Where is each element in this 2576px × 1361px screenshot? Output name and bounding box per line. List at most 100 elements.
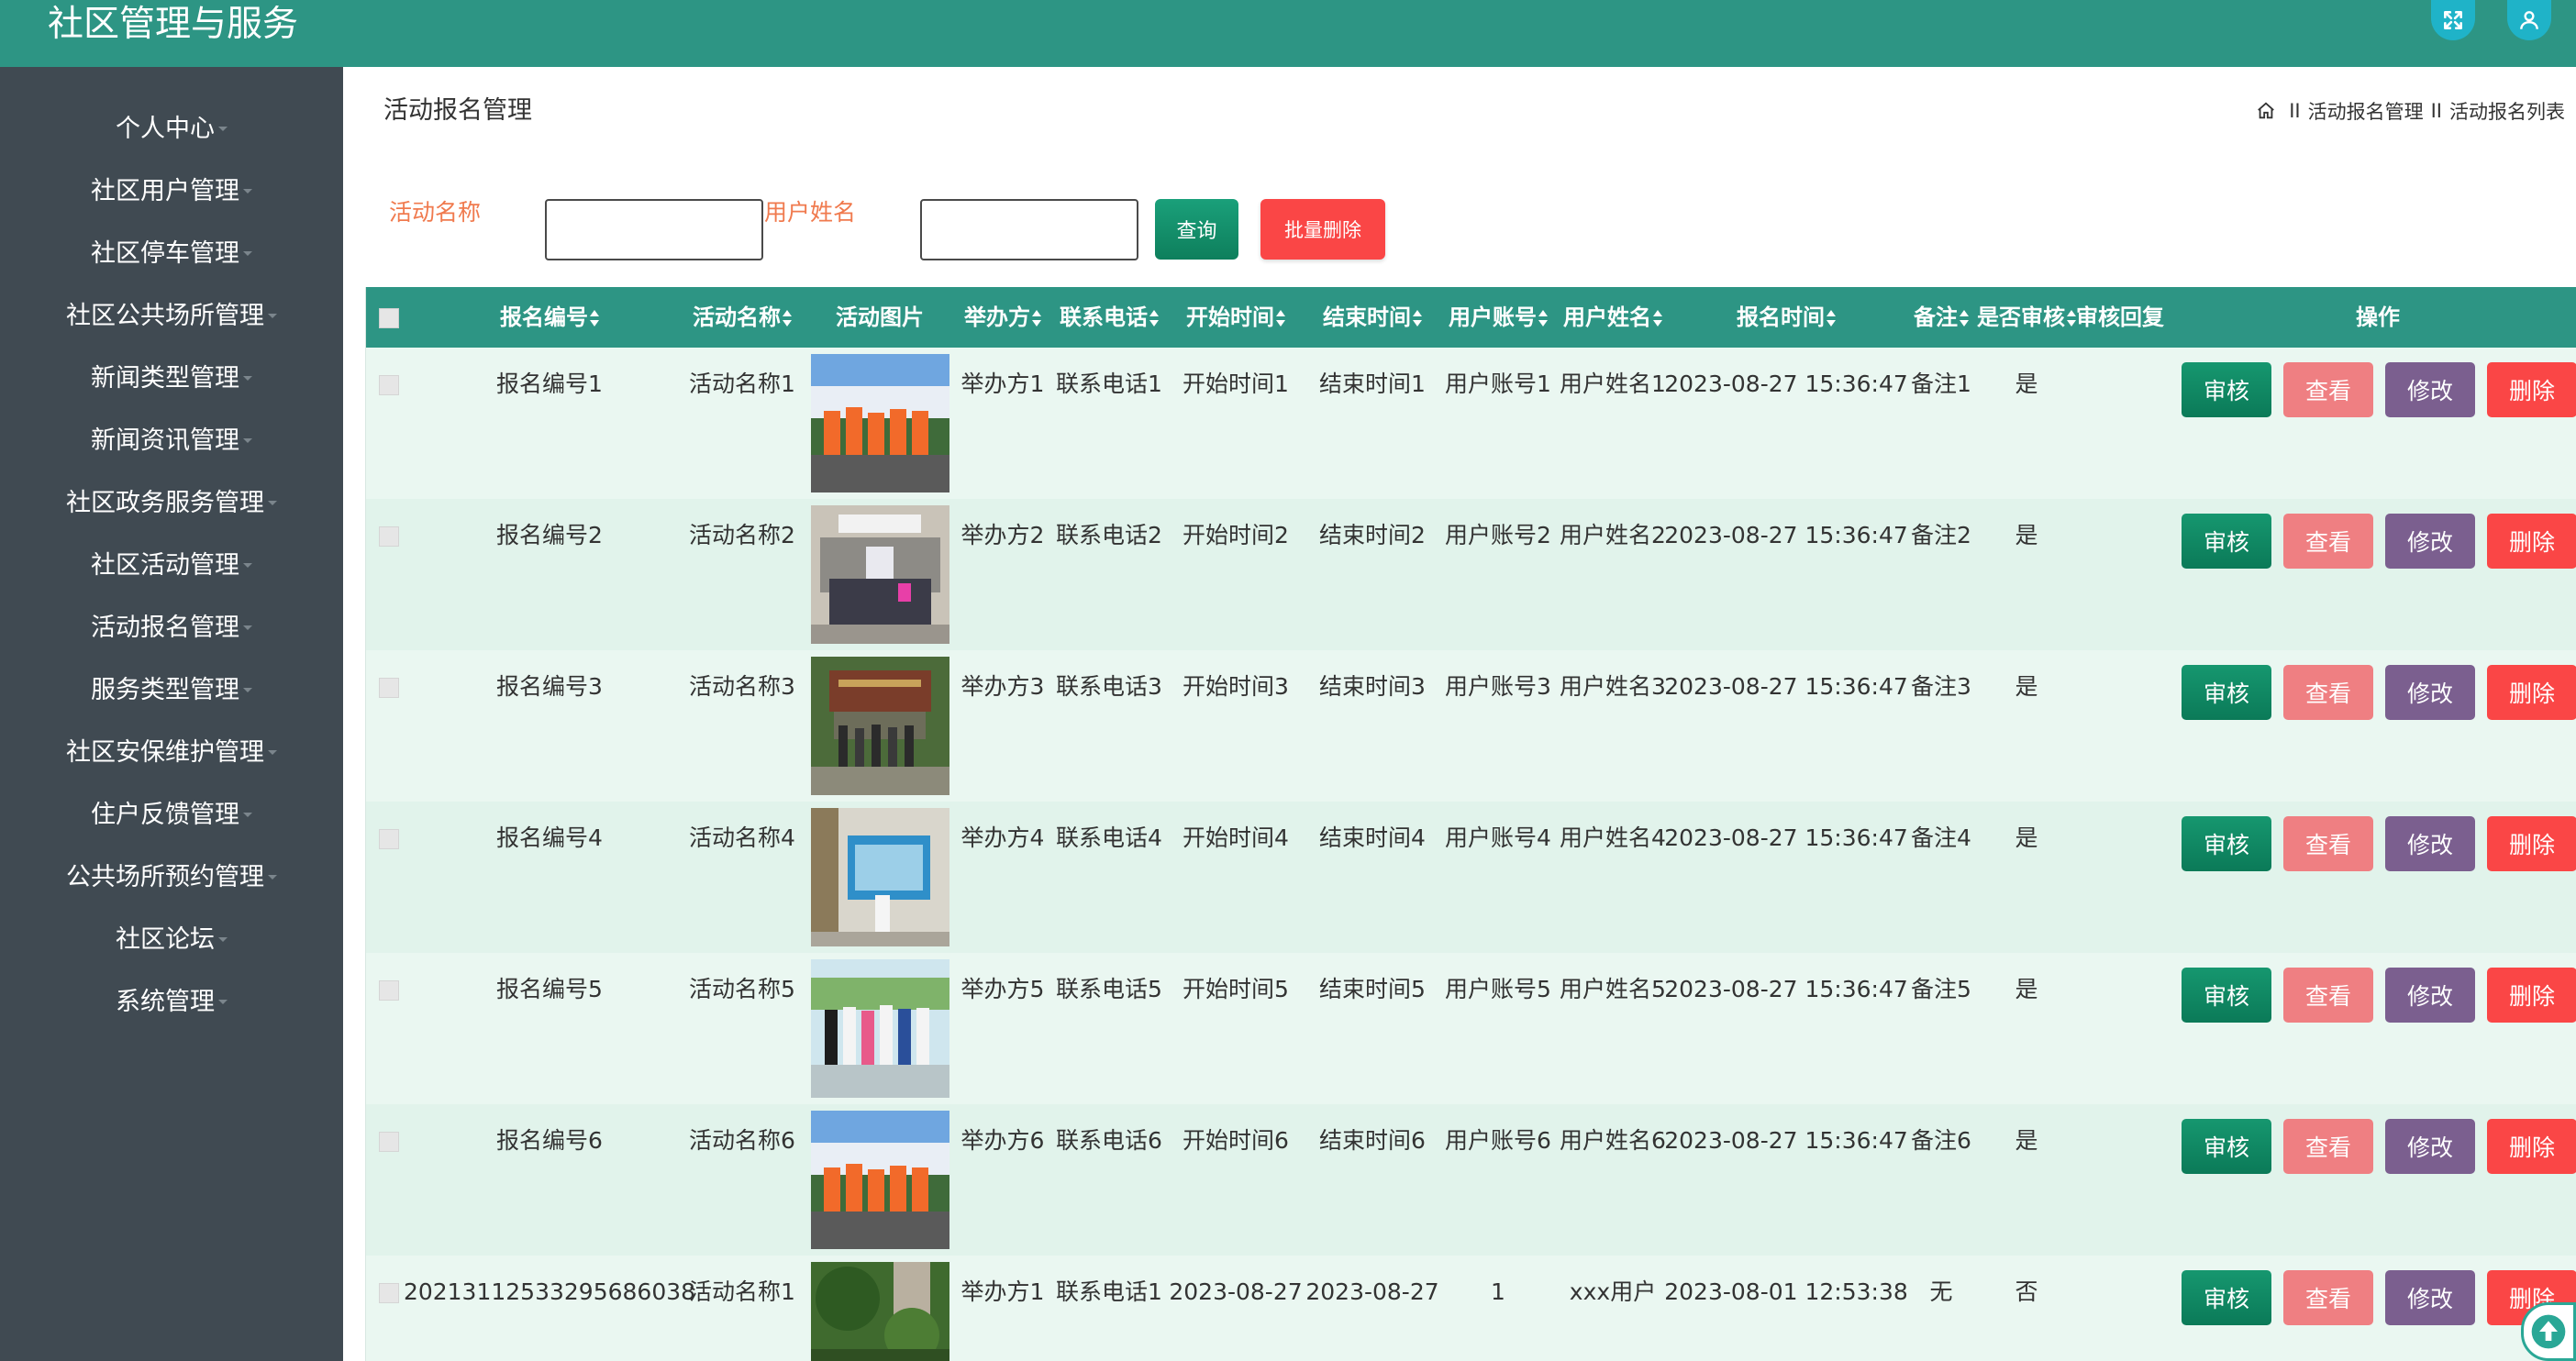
caret-down-icon: [268, 749, 277, 755]
delete-button[interactable]: 删除: [2487, 514, 2576, 569]
edit-button[interactable]: 修改: [2385, 1270, 2475, 1325]
cell-organizer: 举办方1: [960, 371, 1045, 397]
cell-note: 备注1: [1911, 371, 1971, 397]
batch-delete-button[interactable]: 批量删除: [1260, 199, 1385, 260]
column-header-start-time[interactable]: 开始时间: [1186, 287, 1285, 348]
review-button[interactable]: 审核: [2182, 1270, 2271, 1325]
row-checkbox[interactable]: [379, 829, 399, 849]
row-checkbox[interactable]: [379, 1283, 399, 1303]
review-button[interactable]: 审核: [2182, 665, 2271, 720]
caret-down-icon: [218, 126, 228, 131]
activity-name-input[interactable]: [545, 199, 763, 260]
sidebar-item-news[interactable]: 新闻资讯管理: [0, 412, 343, 463]
select-all-checkbox[interactable]: [379, 308, 399, 328]
column-header-activity[interactable]: 活动名称: [693, 287, 792, 348]
sidebar-item-label: 社区停车管理: [91, 238, 239, 268]
activity-photo[interactable]: [811, 505, 949, 644]
sidebar-item-place-reservations[interactable]: 公共场所预约管理: [0, 848, 343, 900]
review-button[interactable]: 审核: [2182, 514, 2271, 569]
sidebar-item-label: 社区用户管理: [91, 176, 239, 205]
edit-button[interactable]: 修改: [2385, 816, 2475, 871]
sidebar-item-public-places[interactable]: 社区公共场所管理: [0, 287, 343, 338]
column-header-signup-time[interactable]: 报名时间: [1737, 287, 1836, 348]
delete-button[interactable]: 删除: [2487, 1119, 2576, 1174]
cell-start-time: 开始时间4: [1183, 824, 1289, 851]
delete-button[interactable]: 删除: [2487, 362, 2576, 417]
cell-signup-time: 2023-08-27 15:36:47: [1664, 824, 1908, 851]
edit-button[interactable]: 修改: [2385, 665, 2475, 720]
column-header-phone[interactable]: 联系电话: [1060, 287, 1159, 348]
sidebar-item-parking[interactable]: 社区停车管理: [0, 225, 343, 276]
sidebar-item-activity-signups[interactable]: 活动报名管理: [0, 599, 343, 650]
fullscreen-button[interactable]: [2431, 0, 2475, 40]
delete-button[interactable]: 删除: [2487, 665, 2576, 720]
review-button[interactable]: 审核: [2182, 816, 2271, 871]
sidebar-item-label: 个人中心: [116, 114, 215, 143]
column-header-account[interactable]: 用户账号: [1449, 287, 1548, 348]
edit-button[interactable]: 修改: [2385, 1119, 2475, 1174]
query-button[interactable]: 查询: [1155, 199, 1238, 260]
table-row: 报名编号2 活动名称2 举办方2 联系电话2 开始时间2 结束时间2 用户账号2…: [366, 499, 2576, 650]
sidebar-item-government-services[interactable]: 社区政务服务管理: [0, 474, 343, 526]
breadcrumb-item-module[interactable]: 活动报名管理: [2308, 97, 2424, 125]
edit-button[interactable]: 修改: [2385, 362, 2475, 417]
column-header-end-time[interactable]: 结束时间: [1323, 287, 1422, 348]
sidebar-item-personal-center[interactable]: 个人中心: [0, 100, 343, 151]
caret-down-icon: [268, 500, 277, 505]
activity-photo[interactable]: [811, 354, 949, 492]
edit-button[interactable]: 修改: [2385, 514, 2475, 569]
cell-user-name: 用户姓名2: [1560, 522, 1666, 548]
activity-photo[interactable]: [811, 808, 949, 946]
back-to-top-button[interactable]: [2521, 1302, 2576, 1361]
page-title: 活动报名管理: [383, 96, 532, 125]
review-button[interactable]: 审核: [2182, 968, 2271, 1023]
view-button[interactable]: 查看: [2283, 1119, 2373, 1174]
user-name-input[interactable]: [920, 199, 1138, 260]
view-button[interactable]: 查看: [2283, 665, 2373, 720]
sidebar-item-security[interactable]: 社区安保维护管理: [0, 724, 343, 775]
column-header-actions: 操作: [2356, 304, 2400, 330]
review-button[interactable]: 审核: [2182, 362, 2271, 417]
view-button[interactable]: 查看: [2283, 816, 2373, 871]
delete-button[interactable]: 删除: [2487, 816, 2576, 871]
row-checkbox[interactable]: [379, 980, 399, 1001]
sidebar-item-service-types[interactable]: 服务类型管理: [0, 661, 343, 713]
cell-id: 报名编号3: [496, 673, 603, 700]
column-header-reply: 审核回复: [2076, 304, 2164, 330]
sidebar-item-news-types[interactable]: 新闻类型管理: [0, 349, 343, 401]
cell-start-time: 开始时间6: [1183, 1127, 1289, 1154]
caret-down-icon: [243, 812, 252, 817]
sidebar-item-community-users[interactable]: 社区用户管理: [0, 162, 343, 214]
column-header-user-name[interactable]: 用户姓名: [1563, 287, 1662, 348]
view-button[interactable]: 查看: [2283, 362, 2373, 417]
cell-id: 报名编号6: [496, 1127, 603, 1154]
cell-note: 备注3: [1911, 673, 1971, 700]
sidebar-item-forum[interactable]: 社区论坛: [0, 911, 343, 962]
cell-user-name: xxx用户: [1569, 1278, 1657, 1305]
view-button[interactable]: 查看: [2283, 1270, 2373, 1325]
row-checkbox[interactable]: [379, 678, 399, 698]
activity-photo[interactable]: [811, 1111, 949, 1249]
view-button[interactable]: 查看: [2283, 514, 2373, 569]
activity-photo[interactable]: [811, 657, 949, 795]
cell-start-time: 2023-08-27: [1169, 1278, 1303, 1305]
user-button[interactable]: [2507, 0, 2551, 40]
sidebar-item-system[interactable]: 系统管理: [0, 973, 343, 1024]
cell-audited: 是: [2015, 1127, 2038, 1154]
column-header-id[interactable]: 报名编号: [500, 287, 599, 348]
home-icon[interactable]: [2256, 101, 2276, 121]
sidebar-item-activities[interactable]: 社区活动管理: [0, 537, 343, 588]
column-header-note[interactable]: 备注: [1914, 287, 1969, 348]
row-checkbox[interactable]: [379, 375, 399, 395]
column-header-audited[interactable]: 是否审核: [1977, 287, 2076, 348]
activity-photo[interactable]: [811, 1262, 949, 1361]
delete-button[interactable]: 删除: [2487, 968, 2576, 1023]
activity-photo[interactable]: [811, 959, 949, 1098]
view-button[interactable]: 查看: [2283, 968, 2373, 1023]
column-header-organizer[interactable]: 举办方: [964, 287, 1041, 348]
row-checkbox[interactable]: [379, 1132, 399, 1152]
edit-button[interactable]: 修改: [2385, 968, 2475, 1023]
row-checkbox[interactable]: [379, 526, 399, 547]
sidebar-item-feedback[interactable]: 住户反馈管理: [0, 786, 343, 837]
review-button[interactable]: 审核: [2182, 1119, 2271, 1174]
